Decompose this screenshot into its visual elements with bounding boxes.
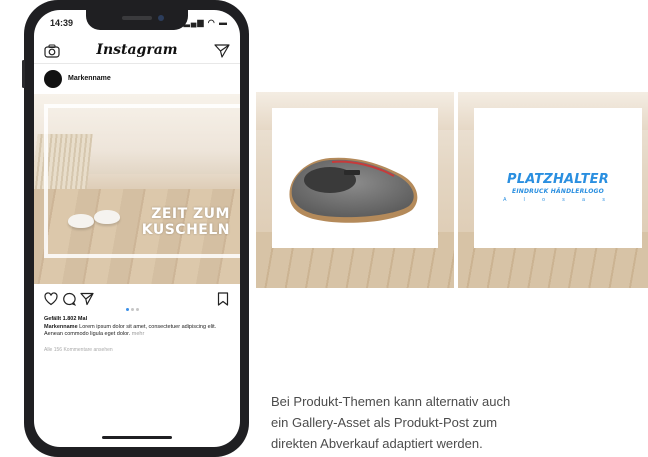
- logo-placeholder-card: PLATZHALTER EINDRUCK HÄNDLERLOGO A l o s…: [474, 108, 642, 248]
- status-icons: ▂▄▆ ◠ ▬: [183, 18, 228, 27]
- carousel-dot-active: [126, 308, 129, 311]
- post-header: Markenname: [34, 68, 240, 90]
- product-card: [272, 108, 438, 248]
- instagram-header: Instagram: [34, 40, 240, 64]
- status-bar: 14:39 ▂▄▆ ◠ ▬: [34, 16, 240, 32]
- post-image[interactable]: ZEIT ZUM KUSCHELN: [34, 94, 240, 284]
- post-actions: [34, 290, 240, 311]
- headline-line-1: ZEIT ZUM: [151, 206, 230, 222]
- carousel-dot: [131, 308, 134, 311]
- view-comments-link[interactable]: Alle 156 Kommentare ansehen: [44, 347, 113, 353]
- instagram-logo: Instagram: [96, 42, 178, 58]
- gallery-panel-product: [256, 92, 454, 288]
- home-indicator: [102, 436, 172, 439]
- description-line-2: ein Gallery-Asset als Produkt-Post zum: [271, 415, 498, 430]
- carousel-dot: [136, 308, 139, 311]
- post-username[interactable]: Markenname: [68, 75, 111, 82]
- status-time: 14:39: [50, 18, 74, 28]
- gallery-panel-logo: PLATZHALTER EINDRUCK HÄNDLERLOGO A l o s…: [458, 92, 648, 288]
- caption-username[interactable]: Markenname: [44, 324, 78, 330]
- phone-side-button: [22, 60, 25, 88]
- placeholder-subtitle: EINDRUCK HÄNDLERLOGO: [512, 188, 604, 195]
- heart-icon[interactable]: [44, 292, 58, 306]
- placeholder-letters: A l o s a s: [503, 197, 613, 203]
- description-text: Bei Produkt-Themen kann alternativ auch …: [271, 391, 611, 454]
- post-headline: ZEIT ZUM KUSCHELN: [142, 206, 230, 238]
- comment-icon[interactable]: [62, 292, 76, 306]
- caption-more-link[interactable]: mehr: [132, 331, 145, 337]
- direct-message-icon[interactable]: [214, 44, 230, 58]
- phone-screen: 14:39 ▂▄▆ ◠ ▬ Instagram Markenname ZEIT …: [34, 10, 240, 447]
- likes-count[interactable]: Gefällt 1.802 Mal: [44, 316, 87, 322]
- description-line-1: Bei Produkt-Themen kann alternativ auch: [271, 394, 511, 409]
- placeholder-title: PLATZHALTER: [507, 172, 609, 187]
- bookmark-icon[interactable]: [216, 292, 230, 306]
- post-caption: Markenname Lorem ipsum dolor sit amet, c…: [44, 324, 230, 338]
- share-icon[interactable]: [80, 292, 94, 306]
- felt-slipper-image: [289, 157, 418, 223]
- carousel-dots: [126, 298, 148, 311]
- description-line-3: direkten Abverkauf adaptiert werden.: [271, 436, 483, 451]
- avatar[interactable]: [44, 70, 62, 88]
- headline-line-2: KUSCHELN: [141, 222, 230, 238]
